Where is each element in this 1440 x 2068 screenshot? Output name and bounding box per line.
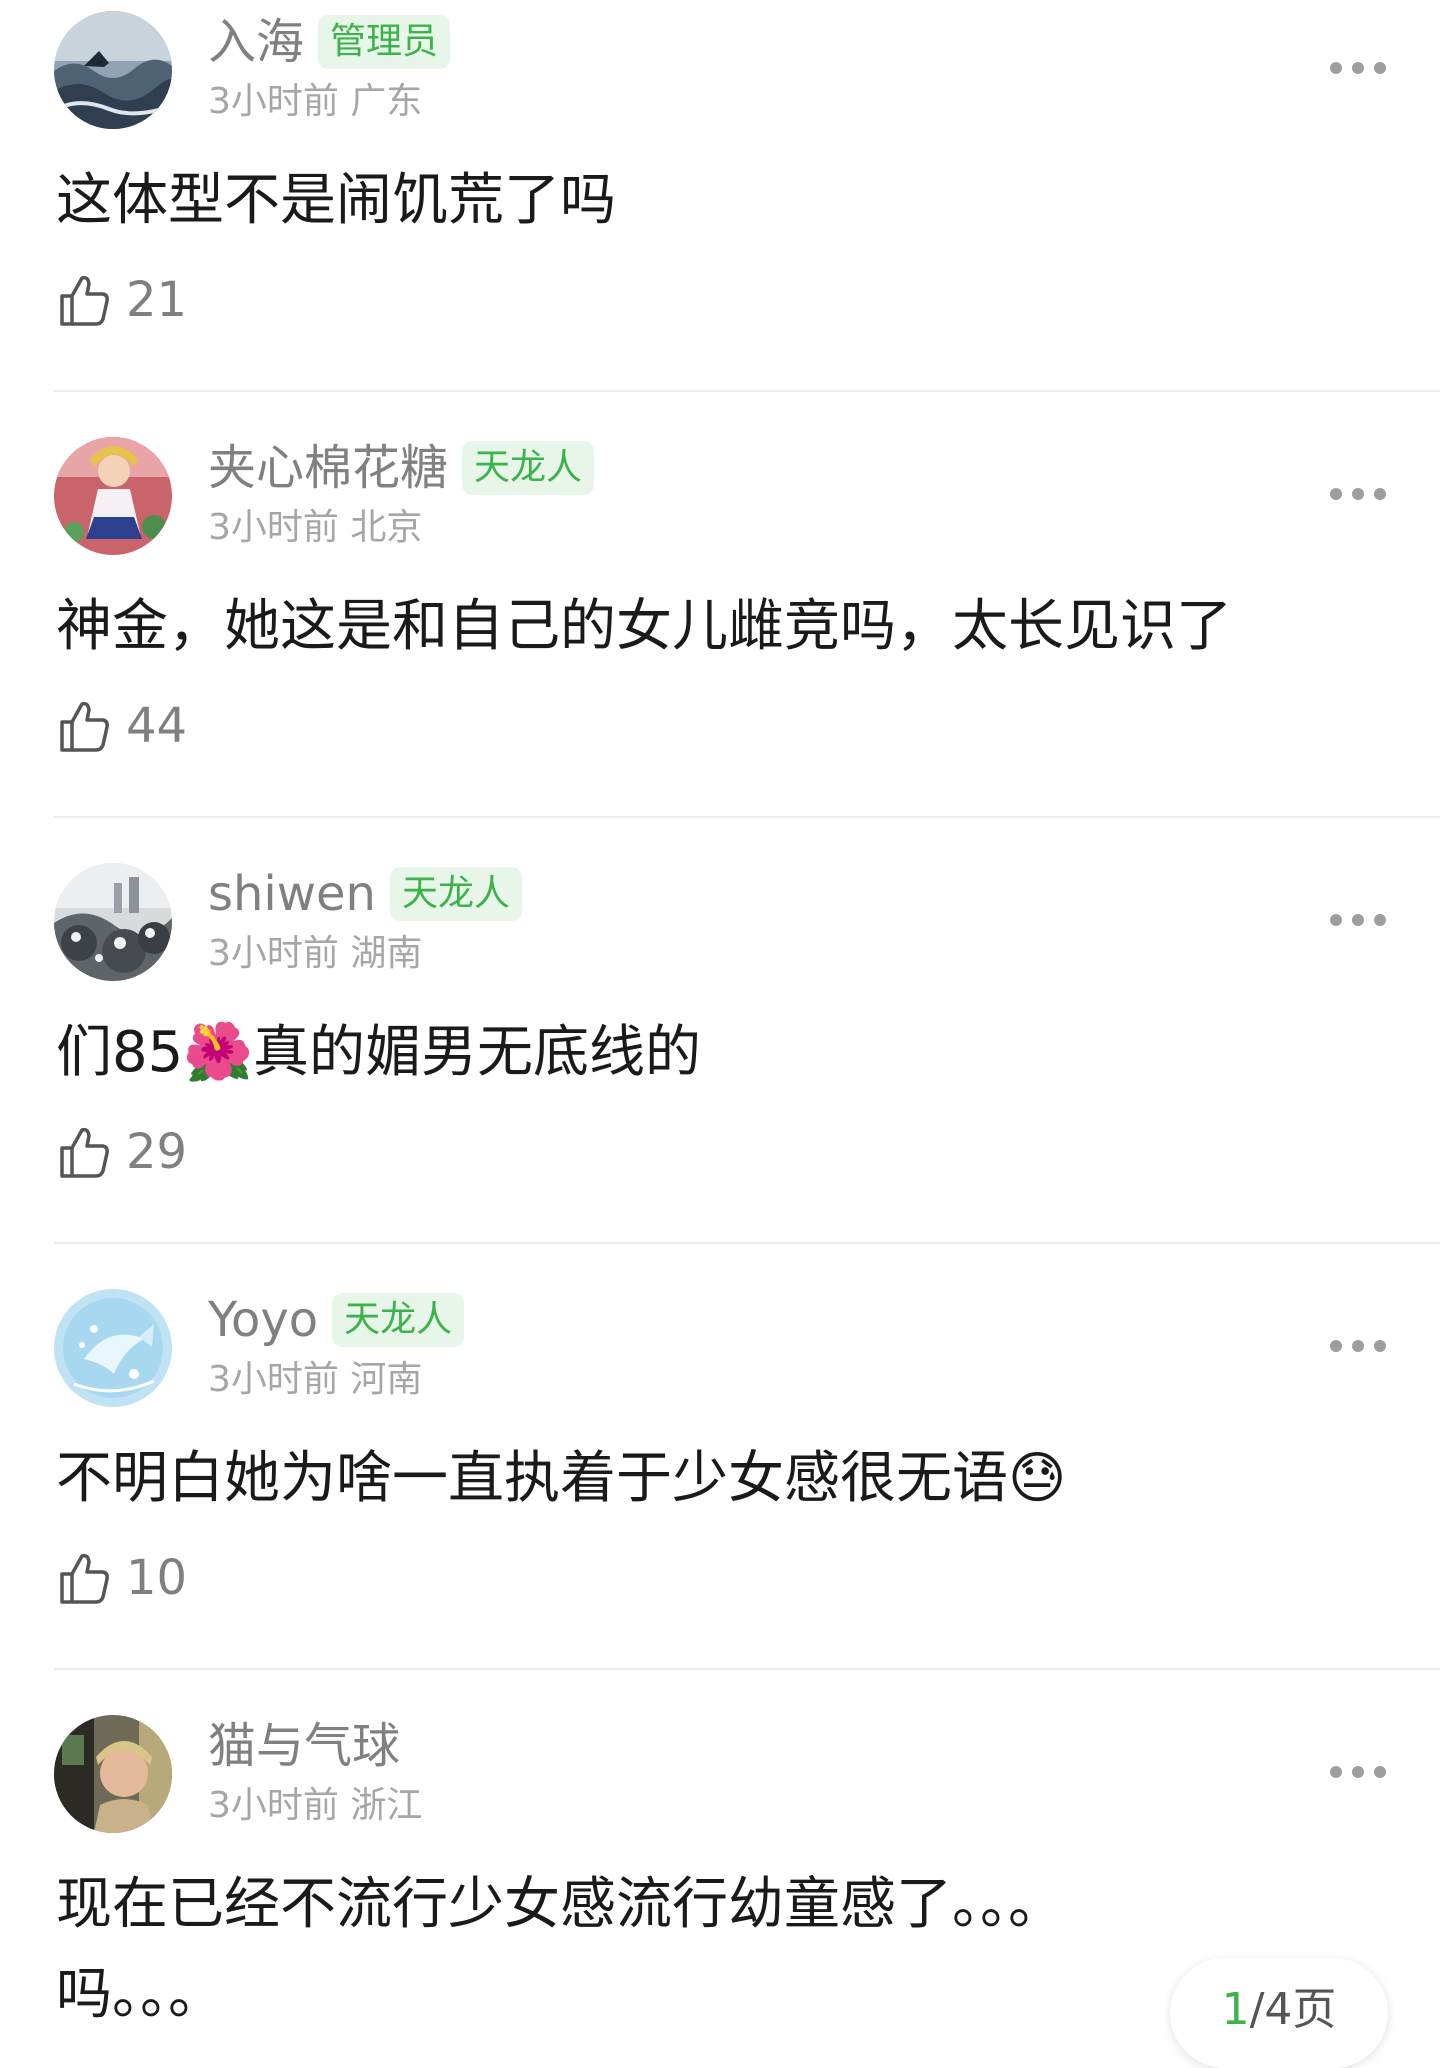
comment-item: Yoyo 天龙人 3小时前 河南 不明白她为啥一直执着于少女感很无语😓 10: [0, 1278, 1440, 1704]
avatar-person-photo-icon: [54, 1715, 172, 1833]
divider: [54, 1242, 1440, 1244]
thumbs-up-icon: [60, 701, 109, 752]
like-count: 29: [126, 1124, 188, 1180]
avatar[interactable]: [54, 1289, 172, 1407]
comment-text[interactable]: 神金，她这是和自己的女儿雌竞吗，太长见识了: [56, 582, 1356, 672]
comment-item: 夹心棉花糖 天龙人 3小时前 北京 神金，她这是和自己的女儿雌竞吗，太长见识了 …: [0, 426, 1440, 852]
thumbs-up-icon: [60, 275, 109, 326]
avatar[interactable]: [54, 437, 172, 555]
like-count: 44: [126, 698, 188, 754]
page-indicator[interactable]: 1/4页: [1170, 1958, 1388, 2068]
total-pages: /4页: [1249, 1984, 1337, 2035]
username[interactable]: 入海: [208, 18, 304, 66]
role-badge: 管理员: [318, 15, 451, 69]
time-location: 3小时前 湖南: [208, 933, 423, 974]
avatar[interactable]: [54, 863, 172, 981]
comment-text[interactable]: 这体型不是闹饥荒了吗: [56, 156, 1356, 246]
like-button[interactable]: 21: [56, 268, 187, 332]
more-options-icon[interactable]: [1330, 56, 1386, 80]
username[interactable]: 夹心棉花糖: [208, 444, 448, 492]
like-button[interactable]: 10: [56, 1546, 187, 1610]
role-badge: 天龙人: [462, 441, 595, 495]
time-location: 3小时前 浙江: [208, 1785, 423, 1826]
comment-text[interactable]: 们85🌺真的媚男无底线的: [56, 1008, 1356, 1098]
username-row: 夹心棉花糖 天龙人: [208, 436, 595, 500]
time-location: 3小时前 广东: [208, 81, 423, 122]
like-count: 21: [126, 272, 188, 328]
comment-text[interactable]: 不明白她为啥一直执着于少女感很无语😓: [56, 1434, 1356, 1524]
comment-item: shiwen 天龙人 3小时前 湖南 们85🌺真的媚男无底线的 29: [0, 852, 1440, 1278]
like-button[interactable]: 44: [56, 694, 187, 758]
username-row: 入海 管理员: [208, 10, 451, 74]
like-button[interactable]: 29: [56, 1120, 187, 1184]
more-options-icon[interactable]: [1330, 1760, 1386, 1784]
avatar[interactable]: [54, 1715, 172, 1833]
more-options-icon[interactable]: [1330, 1334, 1386, 1358]
comment-text[interactable]: 现在已经不流行少女感流行幼童感了。。。 吗。。。: [56, 1860, 1356, 2040]
comment-item: 入海 管理员 3小时前 广东 这体型不是闹饥荒了吗 21: [0, 0, 1440, 426]
like-count: 10: [126, 1550, 188, 1606]
role-badge: 天龙人: [389, 867, 522, 921]
time-location: 3小时前 北京: [208, 507, 423, 548]
username[interactable]: 猫与气球: [208, 1722, 400, 1770]
username-row: Yoyo 天龙人: [208, 1288, 465, 1352]
divider: [54, 816, 1440, 818]
avatar[interactable]: [54, 11, 172, 129]
thumbs-up-icon: [60, 1553, 109, 1604]
divider: [54, 1668, 1440, 1670]
avatar-ocean-waves-icon: [54, 11, 172, 129]
username[interactable]: Yoyo: [208, 1296, 318, 1344]
avatar-blue-fish-icon: [54, 1289, 172, 1407]
divider: [54, 390, 1440, 392]
time-location: 3小时前 河南: [208, 1359, 423, 1400]
role-badge: 天龙人: [332, 1293, 465, 1347]
avatar-snowy-trees-icon: [54, 863, 172, 981]
username[interactable]: shiwen: [208, 870, 376, 918]
more-options-icon[interactable]: [1330, 482, 1386, 506]
username-row: 猫与气球: [208, 1714, 400, 1778]
more-options-icon[interactable]: [1330, 908, 1386, 932]
username-row: shiwen 天龙人: [208, 862, 522, 926]
current-page: 1: [1221, 1984, 1250, 2035]
avatar-anime-girl-icon: [54, 437, 172, 555]
thumbs-up-icon: [60, 1127, 109, 1178]
